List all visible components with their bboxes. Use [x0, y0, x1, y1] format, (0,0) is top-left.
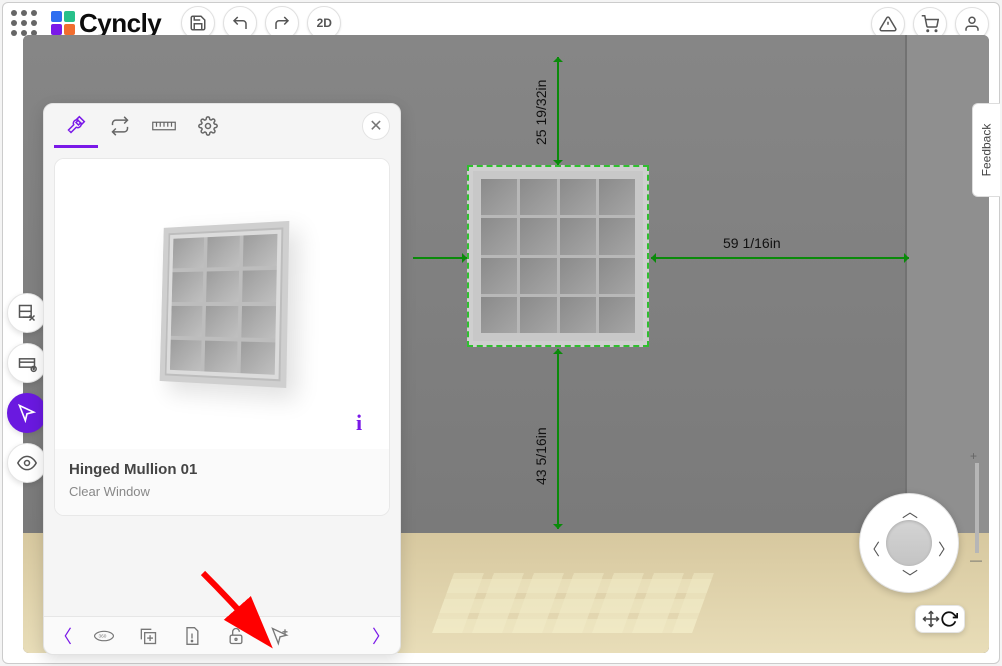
lock-icon[interactable]: [224, 626, 248, 646]
orbit-center-icon[interactable]: [886, 520, 932, 566]
item-card[interactable]: i Hinged Mullion 01 Clear Window: [54, 158, 390, 516]
brand-logo: Cyncly: [51, 8, 161, 39]
rotate-360-icon[interactable]: 360: [92, 627, 116, 645]
orbit-right-icon[interactable]: 〉: [938, 536, 954, 560]
tab-settings[interactable]: [186, 104, 230, 148]
warning-doc-icon[interactable]: [180, 626, 204, 646]
footer-next-button[interactable]: 〉: [372, 623, 390, 649]
select-tool-button[interactable]: [7, 393, 47, 433]
furniture-tool-button[interactable]: [7, 343, 47, 383]
panel-tab-strip: ✕: [44, 104, 400, 148]
panel-footer-toolbar: 〈 360 〉: [44, 616, 400, 654]
select-plus-icon[interactable]: [268, 626, 292, 646]
dimension-label-top[interactable]: 25 19/32in: [533, 80, 549, 145]
reset-view-icon[interactable]: [940, 610, 958, 628]
dimension-label-right[interactable]: 59 1/16in: [723, 235, 781, 251]
orbit-dpad[interactable]: ︿ ﹀ 〈 〉: [859, 493, 959, 593]
brand-mark-icon: [51, 11, 75, 35]
visibility-tool-button[interactable]: [7, 443, 47, 483]
drag-grip-icon[interactable]: [11, 10, 41, 36]
duplicate-icon[interactable]: [136, 626, 160, 646]
brand-name: Cyncly: [79, 8, 161, 39]
svg-text:360: 360: [99, 633, 107, 638]
info-button[interactable]: i: [345, 409, 373, 437]
dimension-line-right: [651, 257, 909, 259]
window-preview-icon: [160, 221, 290, 388]
feedback-label: Feedback: [980, 124, 994, 177]
dimension-line-bottom: [557, 349, 559, 529]
panel-close-button[interactable]: ✕: [362, 112, 390, 140]
pan-tool-icon[interactable]: [922, 610, 940, 628]
orbit-up-icon[interactable]: ︿: [902, 498, 918, 522]
dimension-label-bottom[interactable]: 43 5/16in: [533, 427, 549, 485]
dimension-line-left-stub: [413, 257, 467, 259]
left-tool-rail: [7, 293, 47, 483]
orbit-down-icon[interactable]: ﹀: [902, 564, 918, 588]
item-thumbnail: i: [55, 159, 389, 449]
view-navigator: ︿ ﹀ 〈 〉: [849, 493, 969, 633]
selected-window-object[interactable]: [467, 165, 649, 347]
item-subtitle: Clear Window: [69, 484, 375, 499]
item-title: Hinged Mullion 01: [69, 461, 375, 478]
feedback-tab[interactable]: Feedback: [972, 103, 1000, 197]
orbit-left-icon[interactable]: 〈: [864, 536, 880, 560]
zoom-slider[interactable]: [975, 463, 979, 553]
floorplan-tool-button[interactable]: [7, 293, 47, 333]
dimension-line-top: [557, 57, 559, 165]
footer-prev-button[interactable]: 〈: [54, 623, 72, 649]
tab-measure[interactable]: [142, 104, 186, 148]
properties-panel: ✕ i Hinged Mullion 01: [43, 103, 401, 655]
tab-tools[interactable]: [54, 104, 98, 148]
tab-swap[interactable]: [98, 104, 142, 148]
